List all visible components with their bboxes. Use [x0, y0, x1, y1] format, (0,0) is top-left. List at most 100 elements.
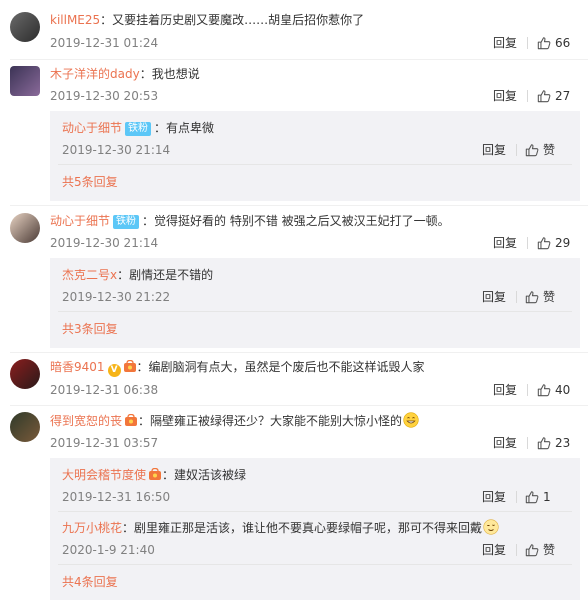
sub-divider — [58, 564, 572, 565]
comment-content: killME25：又要挂着历史剧又要魔改……胡皇后招你惹你了 — [50, 12, 364, 28]
thumb-up-icon — [537, 237, 551, 250]
timestamp: 2019-12-31 03:57 — [50, 436, 159, 450]
verified-badge-icon: V — [107, 364, 121, 377]
like-label: 赞 — [543, 290, 556, 304]
comment-text: ：又要挂着历史剧又要魔改……胡皇后招你惹你了 — [100, 13, 365, 27]
username-link[interactable]: 得到宽恕的丧 — [50, 414, 122, 428]
grin-emoji-icon — [403, 412, 419, 428]
comment-content: 得到宽恕的丧 ：隔壁雍正被绿得还少？大家能不能别大惊小怪的 — [50, 412, 419, 429]
like-button[interactable]: 66 — [537, 35, 570, 51]
username-link[interactable]: 木子洋洋的dady — [50, 67, 140, 81]
reply-button[interactable]: 回复 — [482, 542, 506, 558]
like-count: 29 — [555, 236, 571, 250]
sub-reply-content: 大明会稽节度使 ：建奴活该被绿 — [62, 467, 246, 483]
thumb-up-icon — [525, 144, 539, 157]
sub-reply-content: 杰克二号x：剧情还是不错的 — [62, 267, 213, 283]
reply-button[interactable]: 回复 — [493, 435, 517, 451]
like-button[interactable]: 23 — [537, 435, 570, 451]
like-count: 66 — [555, 36, 571, 50]
member-badge-icon — [149, 468, 162, 480]
sub-reply-text: ：剧里雍正那是活该，谁让他不要真心要绿帽子呢，那可不得来回戴 — [122, 521, 483, 535]
avatar[interactable] — [10, 412, 40, 442]
username-link[interactable]: 杰克二号x — [62, 268, 117, 282]
like-button[interactable]: 赞 — [525, 289, 555, 305]
fan-badge: 铁粉 — [125, 122, 152, 136]
timestamp: 2019-12-30 21:14 — [50, 236, 159, 250]
comment-content: 木子洋洋的dady：我也想说 — [50, 66, 200, 82]
sub-replies: 大明会稽节度使 ：建奴活该被绿 2019-12-31 16:50 回复 1 九万小… — [50, 458, 580, 600]
like-button[interactable]: 赞 — [525, 142, 555, 158]
comment-divider — [10, 405, 588, 406]
divider — [527, 237, 528, 249]
timestamp: 2019-12-30 21:22 — [62, 290, 171, 304]
like-count: 1 — [543, 490, 551, 504]
thumb-up-icon — [537, 437, 551, 450]
sub-replies: 杰克二号x：剧情还是不错的 2019-12-30 21:22 回复 赞 共3条回… — [50, 258, 580, 348]
timestamp: 2019-12-30 21:14 — [62, 143, 171, 157]
timestamp: 2019-12-31 06:38 — [50, 383, 159, 397]
divider — [516, 544, 517, 556]
more-replies-link[interactable]: 共5条回复 — [62, 174, 118, 190]
member-badge-icon — [125, 414, 138, 426]
reply-button[interactable]: 回复 — [493, 88, 517, 104]
sub-divider — [58, 511, 572, 512]
like-button[interactable]: 赞 — [525, 542, 555, 558]
username-link[interactable]: 动心于细节 — [62, 121, 122, 135]
divider — [527, 37, 528, 49]
more-replies-link[interactable]: 共4条回复 — [62, 574, 118, 590]
divider — [527, 384, 528, 396]
username-link[interactable]: 暗香9401 — [50, 360, 105, 374]
username-link[interactable]: 动心于细节 — [50, 214, 110, 228]
thumb-up-icon — [525, 491, 539, 504]
sub-reply-text: ：剧情还是不错的 — [117, 268, 214, 282]
comment-content: 动心于细节 铁粉 ：觉得挺好看的 特别不错 被强之后又被汉王妃打了一顿。 — [50, 213, 450, 229]
comment-text: ：编剧脑洞有点大，虽然是个废后也不能这样诋毁人家 — [136, 360, 425, 374]
reply-button[interactable]: 回复 — [482, 142, 506, 158]
avatar[interactable] — [10, 213, 40, 243]
sub-reply-content: 九万小桃花：剧里雍正那是活该，谁让他不要真心要绿帽子呢，那可不得来回戴 — [62, 519, 499, 536]
like-button[interactable]: 40 — [537, 382, 570, 398]
like-button[interactable]: 1 — [525, 489, 551, 505]
thumb-up-icon — [525, 291, 539, 304]
like-button[interactable]: 27 — [537, 88, 570, 104]
username-link[interactable]: 大明会稽节度使 — [62, 468, 146, 482]
avatar[interactable] — [10, 66, 40, 96]
reply-button[interactable]: 回复 — [482, 289, 506, 305]
like-label: 赞 — [543, 543, 556, 557]
comment-text: ：隔壁雍正被绿得还少？大家能不能别大惊小怪的 — [138, 414, 403, 428]
comment-text: ：我也想说 — [139, 67, 200, 81]
divider — [516, 291, 517, 303]
like-label: 赞 — [543, 143, 556, 157]
sub-divider — [58, 311, 572, 312]
divider — [527, 90, 528, 102]
avatar[interactable] — [10, 359, 40, 389]
username-link[interactable]: killME25 — [50, 13, 100, 27]
timestamp: 2019-12-30 20:53 — [50, 89, 159, 103]
divider — [527, 437, 528, 449]
like-count: 23 — [555, 436, 571, 450]
fan-badge: 铁粉 — [113, 215, 140, 229]
comment-divider — [10, 59, 588, 60]
reply-button[interactable]: 回复 — [493, 235, 517, 251]
thumb-up-icon — [525, 544, 539, 557]
avatar[interactable] — [10, 12, 40, 42]
timestamp: 2019-12-31 01:24 — [50, 36, 159, 50]
divider — [516, 144, 517, 156]
like-button[interactable]: 29 — [537, 235, 570, 251]
reply-button[interactable]: 回复 — [482, 489, 506, 505]
sub-reply-content: 动心于细节 铁粉 ：有点卑微 — [62, 120, 214, 136]
comment-divider — [10, 205, 588, 206]
sub-reply-text: ：建奴活该被绿 — [162, 468, 247, 482]
username-link[interactable]: 九万小桃花 — [62, 521, 122, 535]
thumb-up-icon — [537, 37, 551, 50]
reply-button[interactable]: 回复 — [493, 35, 517, 51]
more-replies-link[interactable]: 共3条回复 — [62, 321, 118, 337]
like-count: 40 — [555, 383, 571, 397]
reply-button[interactable]: 回复 — [493, 382, 517, 398]
comment-divider — [10, 352, 588, 353]
wink-emoji-icon — [483, 519, 499, 535]
timestamp: 2019-12-31 16:50 — [62, 490, 171, 504]
like-count: 27 — [555, 89, 571, 103]
divider — [516, 491, 517, 503]
timestamp: 2020-1-9 21:40 — [62, 543, 155, 557]
